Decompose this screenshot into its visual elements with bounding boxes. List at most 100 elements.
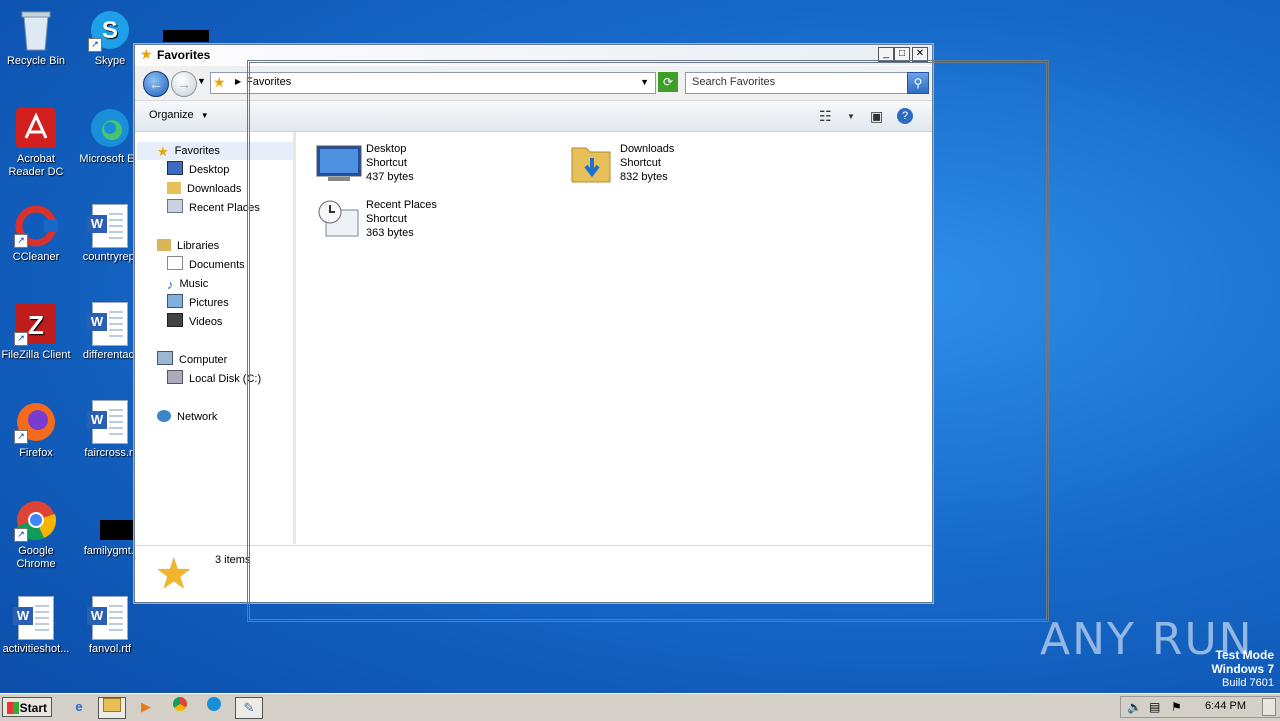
recent-places-icon — [316, 198, 362, 240]
clock[interactable]: 6:44 PM — [1205, 700, 1246, 712]
show-desktop-button[interactable] — [1262, 698, 1276, 716]
forward-button[interactable]: → — [171, 71, 197, 97]
shortcut-arrow-icon: ↗ — [14, 528, 28, 542]
volume-icon[interactable]: 🔈 — [1127, 700, 1142, 714]
maximize-button[interactable]: □ — [894, 47, 910, 62]
address-text: Favorites — [246, 76, 292, 88]
explorer-folder-icon[interactable] — [98, 697, 126, 719]
title-bar[interactable]: ★ Favorites _ □ ✕ — [135, 45, 932, 65]
desktop-icon-label: Google Chrome — [16, 545, 56, 570]
desktop-icon-label: activitieshot... — [2, 643, 70, 655]
desktop-icon-fanvol[interactable]: W fanvol.rtf — [75, 596, 145, 656]
favorites-star-icon: ★ — [140, 46, 153, 62]
recent-pages-dropdown-icon[interactable]: ▼ — [197, 76, 206, 86]
network-icon — [157, 410, 171, 422]
desktop-icon-acrobat[interactable]: Acrobat Reader DC — [1, 106, 71, 179]
breadcrumb-chevron-icon[interactable]: ▶ — [235, 77, 241, 86]
nav-music[interactable]: ♪ Music — [167, 275, 208, 293]
nav-desktop[interactable]: Desktop — [167, 161, 229, 179]
address-dropdown-icon[interactable]: ▼ — [640, 77, 649, 87]
search-icon[interactable]: ⚲ — [907, 72, 929, 94]
desktop-icon — [167, 161, 183, 175]
nav-label: Libraries — [177, 240, 220, 252]
network-tray-icon[interactable]: ▤ — [1149, 700, 1160, 714]
desktop-icon-label: CCleaner — [12, 251, 60, 263]
test-mode-line3: Build 7601 — [1222, 677, 1274, 689]
nav-label: Computer — [179, 354, 228, 366]
desktop-icon-label: fanvol.rtf — [88, 643, 132, 655]
start-button[interactable]: Start — [2, 697, 52, 717]
svg-text:Z: Z — [28, 310, 44, 340]
file-size: 437 bytes — [366, 171, 414, 183]
file-item-downloads[interactable]: Downloads Shortcut 832 bytes — [570, 142, 770, 186]
organize-label: Organize — [149, 109, 194, 121]
desktop-icon-ccleaner[interactable]: ↗ CCleaner — [1, 204, 71, 264]
file-size: 832 bytes — [620, 171, 668, 183]
explorer-window: ★ Favorites _ □ ✕ ← → ▼ ★ ▶ Favorites ▼ … — [134, 44, 933, 603]
change-view-icon[interactable]: ☷ — [819, 108, 832, 125]
svg-text:S: S — [102, 17, 118, 44]
help-icon[interactable]: ? — [897, 108, 913, 124]
nav-computer[interactable]: Computer — [157, 351, 227, 369]
desktop-icon-firefox[interactable]: ↗ Firefox — [1, 400, 71, 460]
address-bar[interactable]: ★ ▶ Favorites ▼ — [210, 72, 656, 94]
nav-label: Desktop — [189, 164, 230, 176]
chrome-icon[interactable] — [167, 697, 193, 717]
shortcut-arrow-icon: ↗ — [88, 38, 102, 52]
desktop-icon-activitieshot[interactable]: W activitieshot... — [1, 596, 71, 656]
videos-icon — [167, 313, 183, 327]
word-document-icon: W — [87, 596, 132, 640]
preview-pane-icon[interactable]: ▣ — [870, 108, 883, 125]
word-document-icon: W — [87, 204, 132, 248]
firefox-icon: ↗ — [14, 400, 58, 444]
internet-explorer-icon[interactable]: e — [66, 697, 92, 717]
nav-label: Local Disk (C:) — [189, 373, 262, 385]
chevron-down-icon: ▼ — [200, 111, 209, 120]
redacted-block — [163, 30, 209, 42]
nav-videos[interactable]: Videos — [167, 313, 222, 331]
word-document-icon: W — [87, 302, 132, 346]
music-icon: ♪ — [167, 277, 174, 292]
taskbar: Start e ▶ ✎ 🔈 ▤ ⚑ 6:44 PM — [0, 693, 1280, 721]
file-list: Desktop Shortcut 437 bytes Downloads Shortc… — [296, 132, 932, 544]
refresh-button[interactable]: ⟳ — [658, 72, 678, 92]
desktop-icon-chrome[interactable]: ↗ Google Chrome — [1, 498, 71, 571]
skype-icon: S ↗ — [88, 8, 132, 52]
favorites-star-icon: ★ — [155, 550, 193, 597]
downloads-folder-icon — [570, 142, 616, 184]
word-document-icon: W — [13, 596, 58, 640]
downloads-folder-icon — [167, 182, 181, 194]
search-input[interactable]: Search Favorites — [685, 72, 909, 94]
action-center-flag-icon[interactable]: ⚑ — [1171, 700, 1182, 714]
close-button[interactable]: ✕ — [912, 47, 928, 62]
anyrun-pen-icon[interactable]: ✎ — [235, 697, 263, 719]
command-toolbar: Organize ▼ ☷ ▼ ▣ ? — [135, 101, 932, 132]
edge-icon — [88, 106, 132, 150]
nav-local-disk[interactable]: Local Disk (C:) — [167, 370, 261, 388]
file-name: Downloads — [620, 143, 675, 155]
nav-network[interactable]: Network — [157, 408, 217, 426]
nav-downloads[interactable]: Downloads — [167, 180, 241, 198]
file-type: Shortcut — [366, 213, 407, 225]
view-options-dropdown-icon[interactable]: ▼ — [847, 112, 855, 121]
edge-icon[interactable] — [201, 697, 227, 717]
back-button[interactable]: ← — [143, 71, 169, 97]
nav-libraries[interactable]: Libraries — [157, 237, 219, 255]
file-name: Desktop — [366, 143, 407, 155]
desktop-icon-recycle-bin[interactable]: Recycle Bin — [1, 8, 71, 68]
nav-favorites[interactable]: ★ Favorites — [137, 142, 293, 160]
nav-recent-places[interactable]: Recent Places — [167, 199, 260, 217]
word-document-icon: W — [87, 400, 132, 444]
media-player-icon[interactable]: ▶ — [133, 697, 159, 717]
local-disk-icon — [167, 370, 183, 384]
ccleaner-icon: ↗ — [14, 204, 58, 248]
file-item-recent-places[interactable]: Recent Places Shortcut 363 bytes — [316, 198, 516, 242]
minimize-button[interactable]: _ — [878, 47, 894, 62]
nav-documents[interactable]: Documents — [167, 256, 245, 274]
organize-button[interactable]: Organize ▼ — [149, 109, 209, 121]
file-item-desktop[interactable]: Desktop Shortcut 437 bytes — [316, 142, 516, 186]
shortcut-arrow-icon: ↗ — [14, 234, 28, 248]
desktop-icon-filezilla[interactable]: Z ↗ FileZilla Client — [1, 302, 71, 362]
nav-pictures[interactable]: Pictures — [167, 294, 229, 312]
test-mode-notice: Test Mode Windows 7 Build 7601 — [1211, 648, 1274, 690]
